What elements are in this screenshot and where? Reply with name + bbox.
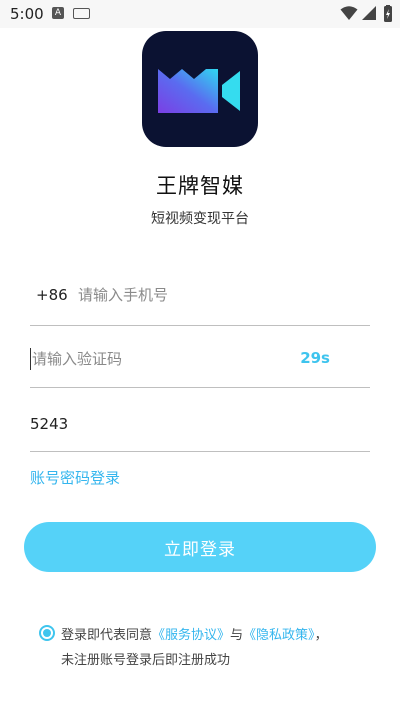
video-camera-logo-icon xyxy=(158,69,240,113)
account-password-login-link[interactable]: 账号密码登录 xyxy=(30,467,120,488)
phone-input[interactable] xyxy=(78,284,358,306)
status-bar: 5:00 A xyxy=(0,0,400,28)
keyboard-icon xyxy=(73,8,90,19)
agreement-text: 登录即代表同意《服务协议》与《隐私政策》， 未注册账号登录后即注册成功 xyxy=(61,623,381,673)
invite-code-input[interactable] xyxy=(30,413,350,435)
country-code[interactable]: +86 xyxy=(36,286,68,304)
wifi-icon xyxy=(340,6,358,20)
verification-code-row: 29s xyxy=(30,324,370,388)
agreement-checkbox[interactable] xyxy=(39,625,55,641)
signal-icon xyxy=(362,6,376,20)
notification-a-icon: A xyxy=(52,7,64,19)
battery-charging-icon xyxy=(384,5,392,22)
app-name: 王牌智媒 xyxy=(156,174,244,198)
app-slogan: 短视频变现平台 xyxy=(151,211,249,227)
agreement-register-note: 未注册账号登录后即注册成功 xyxy=(61,653,231,668)
verification-code-input[interactable] xyxy=(30,348,282,370)
agreement-comma: ， xyxy=(314,628,328,643)
privacy-policy-link[interactable]: 《隐私政策》 xyxy=(243,628,315,643)
phone-row: +86 xyxy=(30,262,370,326)
service-agreement-link[interactable]: 《服务协议》 xyxy=(152,628,230,643)
agreement-prefix: 登录即代表同意 xyxy=(61,628,153,643)
status-time: 5:00 xyxy=(10,5,44,23)
agreement-checked-dot xyxy=(43,629,51,637)
login-screen: 5:00 A 王牌智媒 短视频变现平台 +86 请输入手机号 请输入验证码 29… xyxy=(0,0,400,711)
invite-code-row xyxy=(30,388,370,452)
login-button[interactable]: 立即登录 xyxy=(24,522,376,572)
agreement-conjunction: 与 xyxy=(230,628,244,643)
app-logo xyxy=(142,31,258,147)
resend-countdown: 29s xyxy=(300,349,330,367)
